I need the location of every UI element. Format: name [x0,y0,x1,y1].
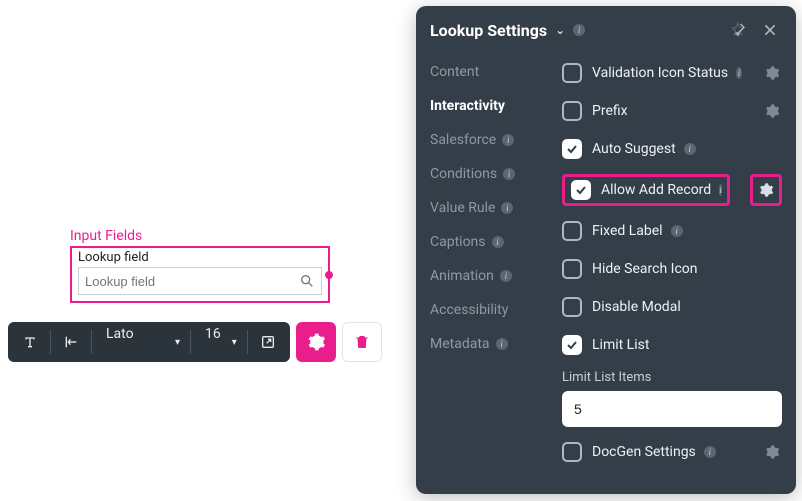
checkbox-auto-suggest[interactable] [562,139,582,159]
lookup-input[interactable] [85,274,299,289]
gear-icon[interactable] [762,63,782,83]
option-label: DocGen Settings [592,444,696,460]
checkbox-prefix[interactable] [562,101,582,121]
font-family-value: Lato [96,326,186,358]
checkbox-docgen-settings[interactable] [562,442,582,462]
option-label: Disable Modal [592,299,681,315]
font-size-select[interactable]: 16 ▾ [195,326,243,358]
info-icon[interactable]: i [573,24,585,36]
panel-title[interactable]: Lookup Settings [430,21,547,40]
checkbox-allow-add-record[interactable] [571,180,591,200]
tab-content[interactable]: Content [430,64,556,80]
section-label: Input Fields [70,228,330,244]
tab-label: Captions [430,234,486,250]
panel-header: Lookup Settings ⌄ i [416,6,796,54]
info-icon[interactable]: i [671,225,683,237]
option-row-prefix: Prefix [562,98,782,124]
tab-label: Content [430,64,479,80]
lookup-input-row [78,267,322,295]
option-label: Hide Search Icon [592,261,698,277]
delete-button[interactable] [342,322,382,362]
checkbox-fixed-label[interactable] [562,221,582,241]
text-tool-button[interactable] [14,326,46,358]
option-label: Limit List [592,337,649,353]
option-label: Allow Add Record [601,182,711,198]
tab-label: Accessibility [430,302,508,318]
font-size-value: 16 [195,326,243,358]
settings-button[interactable] [296,322,336,362]
option-row-hide-search-icon: Hide Search Icon [562,256,782,282]
search-icon [299,273,315,289]
option-row-fixed-label: Fixed Label i [562,218,782,244]
tab-conditions[interactable]: Conditions i [430,166,556,182]
gear-icon[interactable] [762,101,782,121]
checkbox-validation-icon-status[interactable] [562,63,582,83]
panel-body: ContentInteractivitySalesforceiCondition… [416,54,796,494]
highlight-allow-add-record: Allow Add Record i [562,174,730,206]
align-button[interactable] [55,326,87,358]
info-icon[interactable]: i [503,168,515,180]
tab-label: Conditions [430,166,497,182]
info-icon[interactable]: i [502,134,514,146]
info-icon[interactable]: i [736,67,742,79]
gear-icon[interactable] [762,442,782,462]
limit-list-input[interactable] [562,391,782,427]
canvas-area: Input Fields Lookup field [70,228,330,303]
resize-handle[interactable] [325,271,333,279]
tab-captions[interactable]: Captions i [430,234,556,250]
toolbar-dark-group: Lato ▾ 16 ▾ [8,322,290,362]
settings-tabs: ContentInteractivitySalesforceiCondition… [416,54,556,494]
tab-value-rule[interactable]: Value Rule i [430,200,556,216]
option-label: Fixed Label [592,223,663,239]
highlight-gear [750,174,782,206]
tab-accessibility[interactable]: Accessibility [430,302,556,318]
tab-metadata[interactable]: Metadata i [430,336,556,352]
font-family-select[interactable]: Lato ▾ [96,326,186,358]
tab-label: Animation [430,268,494,284]
toolbar-separator [247,330,248,354]
format-toolbar: Lato ▾ 16 ▾ [8,322,382,362]
tab-salesforce[interactable]: Salesforce i [430,132,556,148]
option-row-auto-suggest: Auto Suggest i [562,136,782,162]
option-row-allow-add-record: Allow Add Record i [562,174,782,206]
info-icon[interactable]: i [704,446,716,458]
close-icon[interactable] [758,18,782,42]
tab-label: Interactivity [430,98,505,114]
pin-icon[interactable] [726,18,750,42]
toolbar-separator [50,330,51,354]
tab-label: Value Rule [430,200,495,216]
option-row-validation-icon-status: Validation Icon Status i [562,60,782,86]
info-icon[interactable]: i [500,270,512,282]
open-external-button[interactable] [252,326,284,358]
info-icon[interactable]: i [719,184,722,196]
limit-list-label: Limit List Items [562,370,782,385]
toolbar-separator [190,330,191,354]
option-label: Auto Suggest [592,141,676,157]
option-row-limit-list: Limit List [562,332,782,358]
toolbar-separator [91,330,92,354]
limit-list-section: Limit List Items [562,370,782,427]
tab-label: Metadata [430,336,490,352]
settings-options: Validation Icon Status i Prefix Auto Sugges… [556,54,796,494]
tab-animation[interactable]: Animation i [430,268,556,284]
option-row-docgen-settings: DocGen Settings i [562,439,782,465]
gear-icon[interactable] [756,180,776,200]
info-icon[interactable]: i [492,236,504,248]
lookup-settings-panel: Lookup Settings ⌄ i Content Interactivity… [416,6,796,494]
option-row-disable-modal: Disable Modal [562,294,782,320]
tab-label: Salesforce [430,132,496,148]
info-icon[interactable]: i [501,202,513,214]
checkbox-disable-modal[interactable] [562,297,582,317]
tab-interactivity[interactable]: Interactivity [430,98,556,114]
chevron-down-icon[interactable]: ⌄ [555,23,565,37]
lookup-field-widget[interactable]: Lookup field [70,246,330,303]
lookup-field-title: Lookup field [72,248,328,265]
checkbox-hide-search-icon[interactable] [562,259,582,279]
info-icon[interactable]: i [684,143,696,155]
option-label: Prefix [592,103,628,119]
info-icon[interactable]: i [496,338,508,350]
checkbox-limit-list[interactable] [562,335,582,355]
option-label: Validation Icon Status [592,65,728,81]
